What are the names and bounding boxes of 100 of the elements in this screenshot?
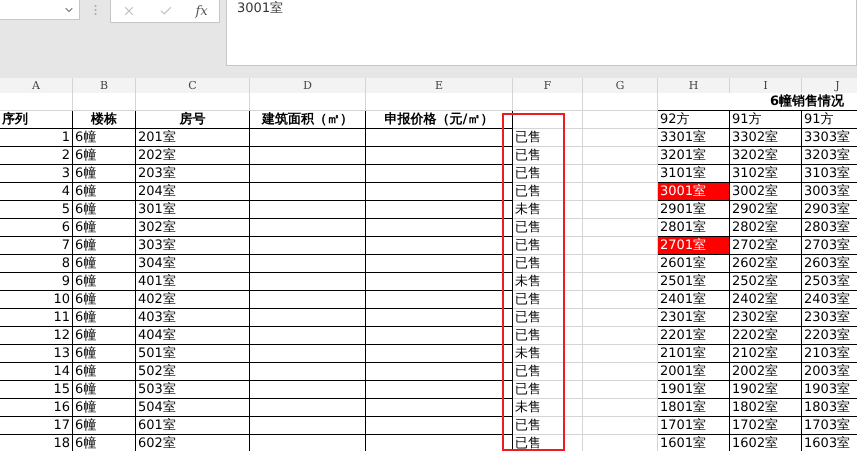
index-cell: 11 bbox=[0, 309, 73, 327]
index-cell: 2 bbox=[0, 147, 73, 165]
building-cell: 6幢 bbox=[73, 417, 136, 435]
unit-cell: 2901室 bbox=[658, 201, 730, 219]
column-header[interactable]: A bbox=[0, 78, 73, 94]
unit-cell: 3301室 bbox=[658, 129, 730, 147]
status-cell: 已售 bbox=[513, 291, 583, 309]
unit-cell: 3101室 bbox=[658, 165, 730, 183]
column-header[interactable]: J bbox=[802, 78, 857, 94]
area-cell: 92方 bbox=[658, 111, 730, 129]
room-cell: 501室 bbox=[136, 345, 250, 363]
unit-cell: 2101室 bbox=[658, 345, 730, 363]
column-header[interactable]: E bbox=[366, 78, 513, 94]
unit-cell: 2403室 bbox=[802, 291, 857, 309]
unit-cell: 2401室 bbox=[658, 291, 730, 309]
unit-cell: 1602室 bbox=[730, 435, 802, 451]
index-cell: 6 bbox=[0, 219, 73, 237]
column-header[interactable]: G bbox=[583, 78, 658, 94]
unit-cell: 2303室 bbox=[802, 309, 857, 327]
unit-cell: 1803室 bbox=[802, 399, 857, 417]
building-cell: 6幢 bbox=[73, 309, 136, 327]
building-cell: 6幢 bbox=[73, 201, 136, 219]
unit-cell: 2801室 bbox=[658, 219, 730, 237]
status-cell: 已售 bbox=[513, 363, 583, 381]
room-cell: 503室 bbox=[136, 381, 250, 399]
unit-cell: 2103室 bbox=[802, 345, 857, 363]
room-cell: 502室 bbox=[136, 363, 250, 381]
building-cell: 6幢 bbox=[73, 273, 136, 291]
unit-cell: 1801室 bbox=[658, 399, 730, 417]
status-cell: 未售 bbox=[513, 345, 583, 363]
unit-cell: 2502室 bbox=[730, 273, 802, 291]
room-cell: 401室 bbox=[136, 273, 250, 291]
unit-cell: 1901室 bbox=[658, 381, 730, 399]
unit-cell: 2802室 bbox=[730, 219, 802, 237]
unit-cell: 1702室 bbox=[730, 417, 802, 435]
room-cell: 404室 bbox=[136, 327, 250, 345]
index-cell: 14 bbox=[0, 363, 73, 381]
status-cell: 已售 bbox=[513, 381, 583, 399]
room-cell: 203室 bbox=[136, 165, 250, 183]
building-cell: 6幢 bbox=[73, 147, 136, 165]
room-cell: 301室 bbox=[136, 201, 250, 219]
room-cell: 402室 bbox=[136, 291, 250, 309]
unit-cell: 1903室 bbox=[802, 381, 857, 399]
building-cell: 6幢 bbox=[73, 129, 136, 147]
insert-function-button[interactable]: fx bbox=[196, 4, 208, 18]
unit-cell: 2203室 bbox=[802, 327, 857, 345]
unit-cell: 3003室 bbox=[802, 183, 857, 201]
room-cell: 204室 bbox=[136, 183, 250, 201]
building-cell: 6幢 bbox=[73, 399, 136, 417]
unit-cell: 1601室 bbox=[658, 435, 730, 451]
unit-cell: 2301室 bbox=[658, 309, 730, 327]
area-cell: 91方 bbox=[802, 111, 857, 129]
header-cell: 房号 bbox=[136, 111, 250, 129]
room-cell: 504室 bbox=[136, 399, 250, 417]
unit-cell: 2201室 bbox=[658, 327, 730, 345]
unit-cell: 2102室 bbox=[730, 345, 802, 363]
index-cell: 4 bbox=[0, 183, 73, 201]
unit-cell: 2003室 bbox=[802, 363, 857, 381]
unit-cell: 2703室 bbox=[802, 237, 857, 255]
area-cell: 91方 bbox=[730, 111, 802, 129]
column-header[interactable]: H bbox=[658, 78, 730, 94]
unit-cell: 3303室 bbox=[802, 129, 857, 147]
index-cell: 13 bbox=[0, 345, 73, 363]
unit-cell: 2001室 bbox=[658, 363, 730, 381]
header-cell: 建筑面积（㎡） bbox=[250, 111, 366, 129]
unit-cell: 3302室 bbox=[730, 129, 802, 147]
unit-cell: 2701室 bbox=[658, 237, 730, 255]
building-cell: 6幢 bbox=[73, 327, 136, 345]
unit-cell: 3001室 bbox=[658, 183, 730, 201]
index-cell: 1 bbox=[0, 129, 73, 147]
column-header[interactable]: I bbox=[730, 78, 802, 94]
status-cell: 已售 bbox=[513, 417, 583, 435]
column-header[interactable]: D bbox=[250, 78, 366, 94]
formula-field[interactable]: 3001室 bbox=[226, 0, 857, 66]
building-cell: 6幢 bbox=[73, 165, 136, 183]
index-cell: 8 bbox=[0, 255, 73, 273]
header-cell: 楼栋 bbox=[73, 111, 136, 129]
column-header[interactable]: C bbox=[136, 78, 250, 94]
unit-cell: 1902室 bbox=[730, 381, 802, 399]
header-cell: 序列 bbox=[0, 111, 73, 129]
status-cell: 已售 bbox=[513, 309, 583, 327]
building-cell: 6幢 bbox=[73, 435, 136, 451]
unit-cell: 2002室 bbox=[730, 363, 802, 381]
unit-cell: 2402室 bbox=[730, 291, 802, 309]
unit-cell: 2601室 bbox=[658, 255, 730, 273]
status-cell: 已售 bbox=[513, 183, 583, 201]
unit-cell: 3202室 bbox=[730, 147, 802, 165]
unit-cell: 1802室 bbox=[730, 399, 802, 417]
header-cell: 申报价格（元/㎡） bbox=[366, 111, 513, 129]
unit-cell: 3002室 bbox=[730, 183, 802, 201]
sales-title: 6幢销售情况 bbox=[658, 93, 857, 111]
status-cell: 未售 bbox=[513, 273, 583, 291]
index-cell: 9 bbox=[0, 273, 73, 291]
column-header[interactable]: F bbox=[513, 78, 583, 94]
index-cell: 12 bbox=[0, 327, 73, 345]
status-cell: 已售 bbox=[513, 255, 583, 273]
building-cell: 6幢 bbox=[73, 291, 136, 309]
column-header[interactable]: B bbox=[73, 78, 136, 94]
grip-icon bbox=[94, 4, 96, 16]
building-cell: 6幢 bbox=[73, 345, 136, 363]
